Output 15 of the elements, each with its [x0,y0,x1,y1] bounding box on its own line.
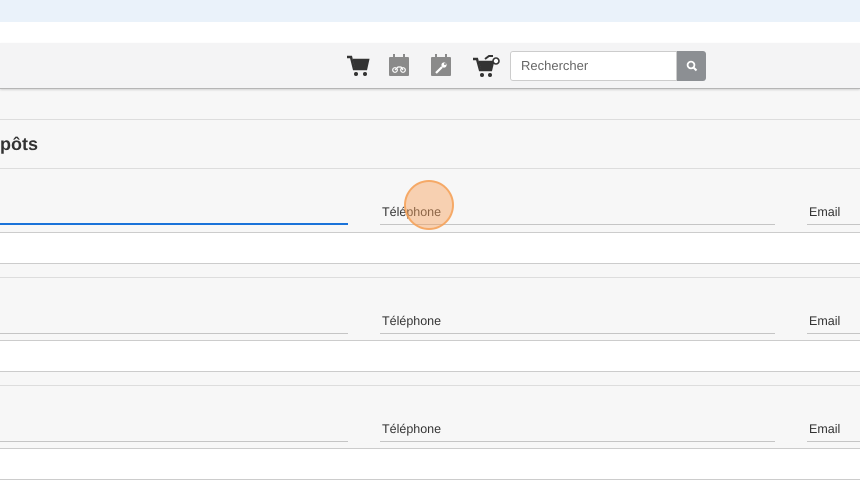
field-label: Email [809,205,840,220]
input-field[interactable]: Téléphone [380,421,775,442]
search-icon [686,60,698,72]
input-field[interactable]: Email [807,313,860,334]
search-button[interactable] [677,50,706,80]
field-label: Email [809,314,840,329]
field-label: Email [809,422,840,437]
field-label: Téléphone [382,422,442,437]
field-label: Téléphone [382,314,442,329]
input-field[interactable]: Email [807,421,860,442]
section-title: pôts [0,134,38,154]
search-field[interactable]: Rechercher [510,50,677,80]
cart-icon[interactable] [472,54,500,78]
input-field[interactable]: Email [807,204,860,225]
input-field[interactable]: Téléphone [380,313,775,334]
